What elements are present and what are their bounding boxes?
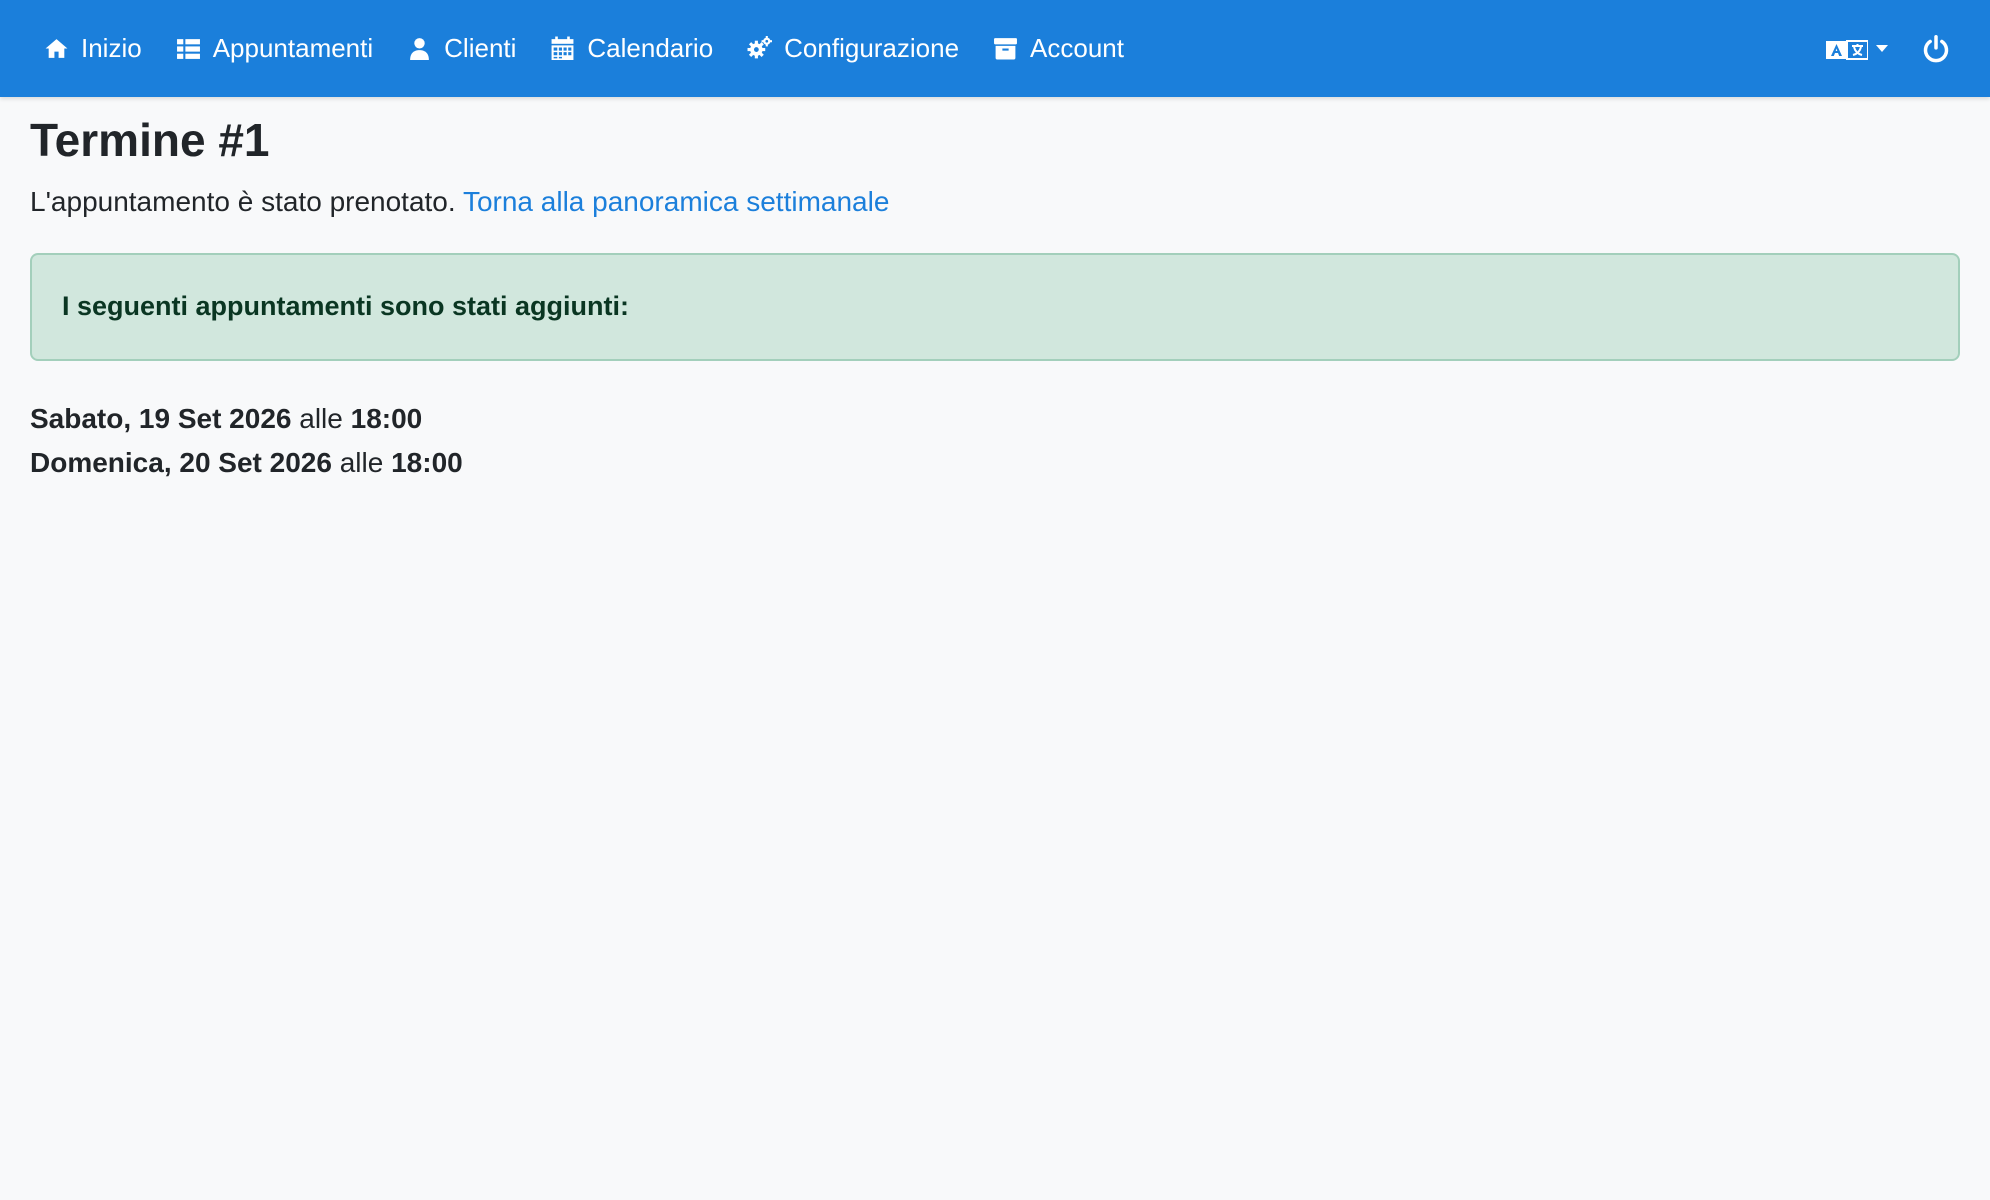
chevron-down-icon [1876,45,1888,52]
nav-right [1826,34,1950,63]
nav-item-inizio[interactable]: Inizio [44,33,142,64]
translate-icon [1826,39,1868,60]
nav-item-label: Clienti [444,33,517,63]
user-icon [410,38,430,60]
list-item: Sabato, 19 Set 2026 alle 18:00 [30,397,1960,441]
home-icon [45,39,68,58]
main-content: Termine #1 L'appuntamento è stato prenot… [0,97,1990,485]
gears-icon [747,36,773,59]
nav-item-label: Account [1030,33,1124,63]
status-message: L'appuntamento è stato prenotato. Torna … [30,184,1960,220]
weekly-overview-link[interactable]: Torna alla panoramica settimanale [463,186,889,217]
nav-item-label: Inizio [81,33,142,63]
language-dropdown[interactable] [1826,36,1888,62]
list-item: Domenica, 20 Set 2026 alle 18:00 [30,441,1960,485]
top-navbar: Inizio Appuntamenti Clienti Calendario C… [0,0,1990,97]
logout-button[interactable] [1922,34,1950,63]
nav-item-clienti[interactable]: Clienti [407,33,516,64]
appointment-connector: alle [299,402,343,434]
status-text: L'appuntamento è stato prenotato. [30,186,456,218]
power-icon [1923,34,1949,62]
appointment-connector: alle [339,446,384,478]
nav-item-calendario[interactable]: Calendario [550,33,713,64]
page-title: Termine #1 [30,114,270,166]
nav-item-label: Appuntamenti [212,33,374,63]
appointment-date: Domenica, 20 Set 2026 [30,446,332,478]
nav-item-account[interactable]: Account [993,33,1124,64]
archive-icon [994,38,1018,60]
nav-item-appuntamenti[interactable]: Appuntamenti [176,33,373,64]
appointment-list: Sabato, 19 Set 2026 alle 18:00 Domenica,… [30,397,1960,485]
success-alert: I seguenti appuntamenti sono stati aggiu… [30,252,1960,361]
appointment-time: 18:00 [391,446,463,478]
nav-item-label: Configurazione [784,33,960,63]
appointment-date: Sabato, 19 Set 2026 [30,402,292,434]
alert-text: I seguenti appuntamenti sono stati aggiu… [62,291,630,322]
list-icon [176,39,200,59]
nav-item-configurazione[interactable]: Configurazione [747,33,959,64]
appointment-time: 18:00 [350,402,423,434]
main-nav: Inizio Appuntamenti Clienti Calendario C… [44,33,1826,64]
calendar-icon [551,36,574,60]
nav-item-label: Calendario [587,33,714,63]
